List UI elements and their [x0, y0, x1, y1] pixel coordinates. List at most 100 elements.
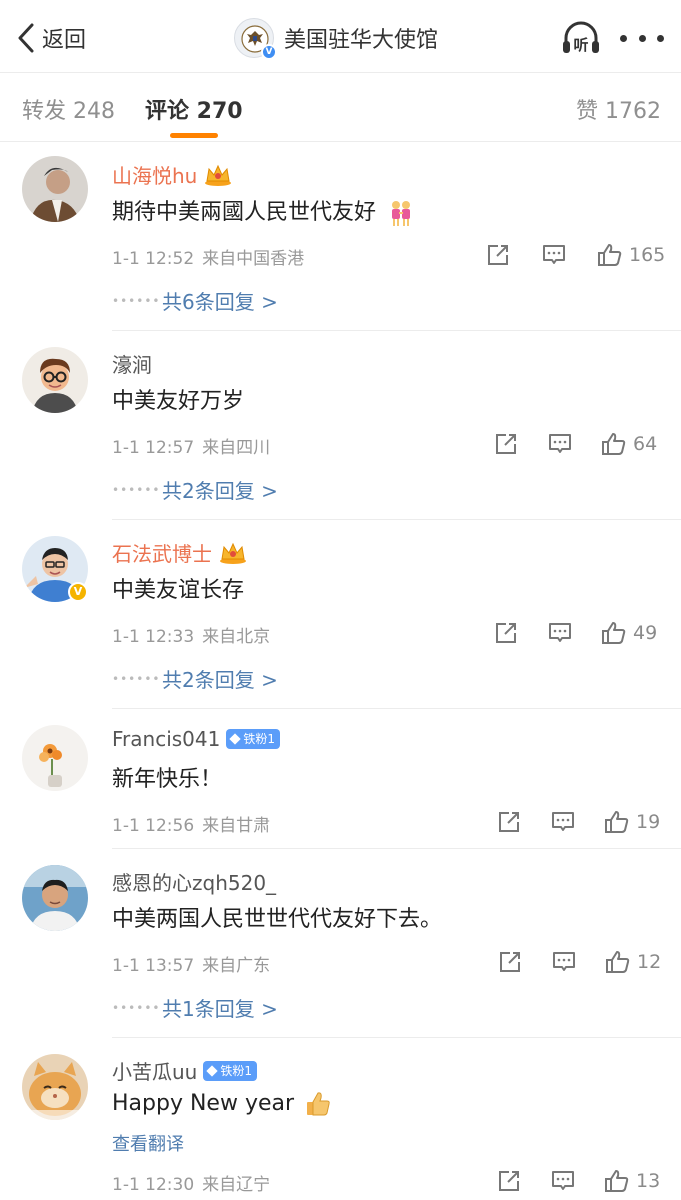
tab-likes[interactable]: 赞 1762: [576, 93, 661, 125]
comment-item: 小苦瓜uu 铁粉1 Happy New year 查看翻译 1-1 12:30 来…: [0, 1038, 681, 1200]
username[interactable]: 濠涧: [112, 349, 152, 378]
comment-actions: 13: [496, 1166, 660, 1196]
comment-item: Francis041 铁粉1 新年快乐！ 1-1 12:56 来自甘肃 19: [0, 709, 681, 848]
like-count: 12: [637, 951, 662, 973]
listen-label: 听: [573, 36, 588, 54]
avatar[interactable]: [22, 865, 88, 931]
username[interactable]: 石法武博士: [112, 538, 248, 567]
replies-count: 共6条回复 >: [162, 290, 278, 314]
comment-icon[interactable]: [550, 1168, 576, 1194]
more-dot: [657, 34, 664, 42]
share-icon[interactable]: [496, 809, 522, 835]
account-avatar[interactable]: V: [234, 18, 277, 60]
timestamp: 1-1 12:57: [112, 438, 195, 458]
username[interactable]: Francis041 铁粉1: [112, 727, 280, 751]
like-count: 19: [636, 811, 661, 833]
back-label: 返回: [42, 28, 87, 53]
reply-dots: ••••••: [112, 671, 161, 686]
location: 来自四川: [202, 438, 271, 458]
fan-badge-label: 铁粉1: [243, 732, 275, 746]
share-icon[interactable]: [493, 431, 519, 457]
tab-bar: 转发 248 评论 270 赞 1762: [0, 73, 681, 141]
thumbs-up-icon: [307, 1092, 330, 1116]
comment-icon[interactable]: [551, 949, 577, 975]
username-text: 感恩的心zqh520_: [112, 871, 277, 895]
comment-text: 中美友谊长存: [112, 572, 244, 604]
comment-meta: 1-1 12:57 来自四川: [112, 433, 270, 458]
comment-text-content: 新年快乐！: [112, 767, 223, 792]
reply-dots: ••••••: [112, 482, 161, 497]
location: 来自辽宁: [202, 1175, 271, 1195]
comment-meta: 1-1 12:30 来自辽宁: [112, 1170, 270, 1195]
like-icon[interactable]: [601, 620, 627, 646]
two-people-holding-hands-icon: [392, 201, 411, 226]
comment-icon[interactable]: [547, 620, 573, 646]
like-icon[interactable]: [597, 242, 623, 268]
comment-item: V 石法武博士 中美友谊长存 1-1 12:33 来自北京 49 •••••• 共…: [0, 520, 681, 708]
share-icon[interactable]: [496, 1168, 522, 1194]
translate-link[interactable]: 查看翻译: [112, 1130, 184, 1156]
back-button[interactable]: 返回: [14, 18, 86, 58]
share-icon[interactable]: [497, 949, 523, 975]
replies-count: 共2条回复 >: [162, 668, 278, 692]
like-icon[interactable]: [605, 949, 631, 975]
view-replies-link[interactable]: •••••• 共6条回复 >: [112, 286, 278, 315]
comment-text-content: 中美友好万岁: [112, 389, 245, 414]
comment-text-content: 中美两国人民世世代代友好下去。: [112, 907, 443, 932]
account-title[interactable]: V 美国驻华大使馆: [234, 16, 438, 60]
comment-icon[interactable]: [547, 431, 573, 457]
tab-comments[interactable]: 评论 270: [145, 93, 243, 125]
view-replies-link[interactable]: •••••• 共1条回复 >: [112, 993, 278, 1022]
comment-icon[interactable]: [550, 809, 576, 835]
comment-meta: 1-1 12:56 来自甘肃: [112, 811, 270, 836]
diamond-icon: [229, 733, 242, 745]
comment-meta: 1-1 13:57 来自广东: [112, 951, 270, 976]
comment-icon[interactable]: [541, 242, 567, 268]
username[interactable]: 山海悦hu: [112, 160, 233, 189]
like-icon[interactable]: [601, 431, 627, 457]
top-nav-bar: 返回 V 美国驻华大使馆 听: [0, 0, 681, 72]
avatar[interactable]: [22, 1054, 88, 1120]
share-icon[interactable]: [485, 242, 511, 268]
location: 来自中国香港: [202, 249, 305, 269]
active-tab-indicator: [170, 133, 218, 138]
username[interactable]: 感恩的心zqh520_: [112, 867, 276, 896]
like-count: 49: [633, 622, 658, 644]
headphones-icon: 听: [563, 21, 599, 54]
location: 来自北京: [202, 627, 271, 647]
share-icon[interactable]: [493, 620, 519, 646]
comment-text-content: 中美友谊长存: [112, 578, 245, 603]
location: 来自广东: [202, 956, 271, 976]
more-dot: [638, 34, 646, 42]
timestamp: 1-1 12:30: [112, 1175, 195, 1195]
avatar[interactable]: [22, 725, 88, 791]
tab-repost[interactable]: 转发 248: [22, 93, 115, 125]
like-count: 13: [636, 1170, 661, 1192]
fan-badge: 铁粉1: [203, 1060, 257, 1081]
comment-text: 期待中美兩國人民世代友好: [112, 194, 415, 227]
location: 来自甘肃: [202, 816, 271, 836]
comment-actions: 49: [493, 618, 657, 648]
comment-item: 感恩的心zqh520_ 中美两国人民世世代代友好下去。 1-1 13:57 来自广…: [0, 849, 681, 1037]
username-text: Francis041: [112, 727, 221, 751]
username-text: 石法武博士: [112, 542, 212, 566]
verified-badge: V: [68, 582, 88, 602]
username[interactable]: 小苦瓜uu 铁粉1: [112, 1056, 257, 1085]
view-replies-link[interactable]: •••••• 共2条回复 >: [112, 475, 278, 504]
like-count: 165: [629, 244, 666, 266]
like-count: 64: [633, 433, 658, 455]
replies-count: 共2条回复 >: [162, 479, 278, 503]
like-icon[interactable]: [604, 809, 630, 835]
avatar[interactable]: [22, 156, 88, 222]
avatar[interactable]: [22, 347, 88, 413]
username-text: 山海悦hu: [112, 164, 198, 188]
listen-button[interactable]: 听: [560, 18, 602, 58]
comment-actions: 12: [497, 947, 661, 977]
replies-count: 共1条回复 >: [162, 997, 278, 1021]
more-button[interactable]: [620, 24, 664, 52]
fan-badge-label: 铁粉1: [220, 1063, 252, 1078]
like-icon[interactable]: [604, 1168, 630, 1194]
view-replies-link[interactable]: •••••• 共2条回复 >: [112, 664, 278, 693]
comment-item: 山海悦hu 期待中美兩國人民世代友好 1-1 12:52 来自中国香港 165 •…: [0, 142, 681, 330]
verified-badge: V: [261, 44, 277, 60]
